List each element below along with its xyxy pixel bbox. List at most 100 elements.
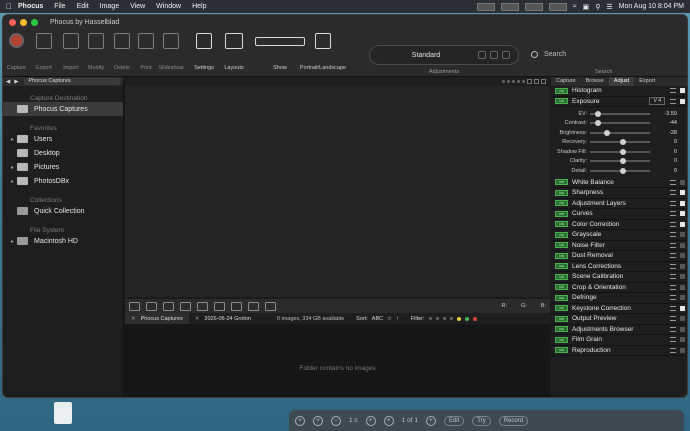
- add-icon[interactable]: +: [365, 415, 376, 426]
- tool-checkbox[interactable]: [680, 326, 685, 332]
- sort-direction-icon[interactable]: ↑: [396, 316, 399, 322]
- slider-track[interactable]: [590, 110, 650, 117]
- single-view-icon[interactable]: [146, 301, 157, 311]
- slider-value[interactable]: 0: [650, 168, 677, 174]
- edit-button[interactable]: Edit: [443, 415, 465, 426]
- tool-toggle-icon[interactable]: ON: [555, 336, 568, 343]
- tool-checkbox[interactable]: [680, 232, 685, 238]
- thumbnail-grid[interactable]: Folder contains no images: [125, 324, 550, 397]
- tool-menu-icon[interactable]: [670, 253, 676, 259]
- print-button[interactable]: Print: [138, 33, 154, 71]
- tool-item[interactable]: ON Grayscale: [551, 230, 687, 241]
- status-meter-icon[interactable]: [524, 2, 543, 11]
- slider-track[interactable]: [590, 120, 650, 127]
- tab-export[interactable]: Export: [634, 77, 660, 86]
- menu-help[interactable]: Help: [192, 3, 206, 10]
- record-button[interactable]: Record: [498, 415, 529, 426]
- try-button[interactable]: Try: [472, 415, 491, 426]
- search-field[interactable]: Search: [531, 51, 566, 58]
- tool-checkbox[interactable]: [680, 274, 685, 280]
- slideshow-button[interactable]: Slideshow: [158, 33, 184, 71]
- favorite-users[interactable]: ▸ Users: [3, 132, 123, 146]
- tool-menu-icon[interactable]: [670, 284, 676, 290]
- rating-dot-icon[interactable]: [512, 80, 515, 83]
- tool-item[interactable]: ON Reproduction: [551, 346, 687, 356]
- slider-knob[interactable]: [603, 129, 610, 136]
- sort-select[interactable]: ABC: [372, 316, 383, 322]
- tool-toggle-icon[interactable]: ON: [555, 98, 568, 105]
- export-button[interactable]: Export: [36, 33, 52, 71]
- filter-rating-icon[interactable]: [435, 317, 439, 320]
- tool-checkbox[interactable]: [680, 98, 685, 104]
- slider-track[interactable]: [590, 129, 650, 136]
- tool-toggle-icon[interactable]: ON: [555, 87, 568, 94]
- wifi-icon[interactable]: ≈: [573, 3, 577, 10]
- slider-knob[interactable]: [619, 139, 626, 146]
- tool-item[interactable]: ON Color Correction: [551, 220, 687, 230]
- add-icon[interactable]: +: [313, 415, 323, 426]
- tool-checkbox[interactable]: [680, 316, 685, 322]
- tool-toggle-icon[interactable]: ON: [555, 347, 568, 354]
- tool-checkbox[interactable]: [680, 200, 685, 206]
- grid-icon[interactable]: [265, 301, 276, 311]
- tool-item[interactable]: ON Noise Filter: [551, 241, 687, 251]
- close-button[interactable]: [9, 18, 16, 26]
- reset-icon[interactable]: [478, 51, 486, 59]
- add-icon[interactable]: +: [295, 415, 305, 426]
- tool-toggle-icon[interactable]: ON: [555, 231, 568, 238]
- slider-track[interactable]: [590, 167, 650, 174]
- modify-button[interactable]: Modify: [88, 33, 104, 71]
- close-tab-icon[interactable]: ✕: [195, 316, 200, 322]
- straighten-icon[interactable]: [180, 301, 191, 311]
- tool-checkbox[interactable]: [680, 347, 685, 353]
- slider-knob[interactable]: [619, 148, 626, 155]
- rating-dot-icon[interactable]: [507, 80, 510, 83]
- layouts-button[interactable]: Layouts: [224, 33, 244, 71]
- tool-item[interactable]: ON Lens Corrections: [551, 262, 687, 272]
- image-viewer[interactable]: [125, 77, 550, 297]
- status-meter-icon[interactable]: [548, 2, 567, 11]
- tool-checkbox[interactable]: [680, 88, 685, 94]
- brush-icon[interactable]: [197, 301, 208, 311]
- tool-toggle-icon[interactable]: ON: [555, 263, 568, 270]
- copy-icon[interactable]: [490, 51, 498, 59]
- slider-knob[interactable]: [619, 167, 626, 174]
- tool-checkbox[interactable]: [680, 221, 685, 227]
- add-icon[interactable]: +: [383, 415, 394, 426]
- slider-track[interactable]: [590, 139, 650, 146]
- tool-toggle-icon[interactable]: ON: [555, 189, 568, 196]
- favorite-photosdbx[interactable]: ▸ PhotosDBx: [3, 174, 123, 188]
- slider-value[interactable]: 0: [650, 139, 677, 145]
- slider-track[interactable]: [590, 158, 650, 165]
- eyedropper-icon[interactable]: [231, 301, 242, 311]
- menu-window[interactable]: Window: [156, 3, 181, 10]
- settings-button[interactable]: Settings: [194, 33, 214, 71]
- tool-toggle-icon[interactable]: ON: [555, 252, 568, 259]
- filter-red-icon[interactable]: [472, 316, 477, 321]
- tool-menu-icon[interactable]: [670, 179, 676, 185]
- tool-menu-icon[interactable]: [670, 337, 676, 343]
- tool-menu-icon[interactable]: [670, 98, 676, 104]
- tool-menu-icon[interactable]: [670, 200, 676, 206]
- tool-checkbox[interactable]: [680, 263, 685, 269]
- zoom-icon[interactable]: [214, 301, 225, 311]
- tool-menu-icon[interactable]: [670, 316, 676, 322]
- tool-menu-icon[interactable]: [670, 295, 676, 301]
- tool-checkbox[interactable]: [680, 305, 685, 311]
- tool-item[interactable]: ON Crop & Orientation: [551, 283, 687, 293]
- tool-checkbox[interactable]: [680, 253, 685, 259]
- filter-yellow-icon[interactable]: [456, 316, 461, 321]
- slider-value[interactable]: 0: [650, 149, 677, 155]
- rating-dot-icon[interactable]: [522, 80, 525, 83]
- control-center-icon[interactable]: ☰: [606, 3, 612, 11]
- import-button[interactable]: Import: [63, 33, 79, 71]
- tool-menu-icon[interactable]: [670, 232, 676, 238]
- tool-toggle-icon[interactable]: ON: [555, 305, 568, 312]
- tool-toggle-icon[interactable]: ON: [555, 326, 568, 333]
- tool-exposure[interactable]: ON Exposure V 4: [551, 97, 687, 107]
- tool-toggle-icon[interactable]: ON: [555, 221, 568, 228]
- tool-menu-icon[interactable]: [670, 274, 676, 280]
- split-view-icon[interactable]: [129, 301, 140, 311]
- slider-value[interactable]: -28: [650, 130, 677, 136]
- crop-icon[interactable]: [163, 301, 174, 311]
